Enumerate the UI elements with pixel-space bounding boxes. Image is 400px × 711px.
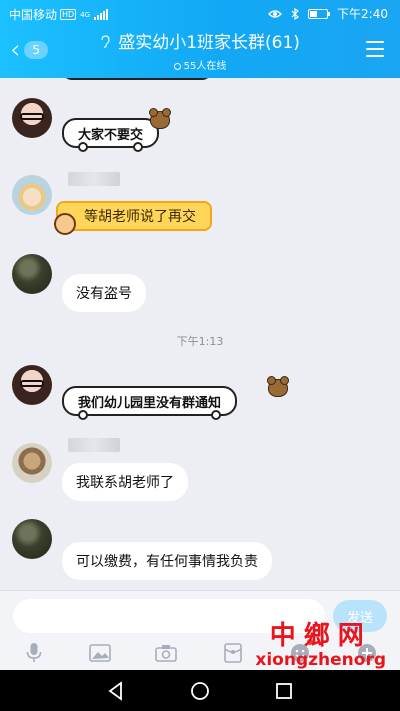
previous-message-edge [62,78,212,80]
avatar[interactable] [12,254,52,294]
clock: 下午2:40 [337,7,388,21]
bear-decoration-icon [267,376,289,397]
back-button[interactable]: ‹ 5 [10,35,49,65]
message-text: 大家不要交 [78,127,144,143]
avatar[interactable] [12,519,52,559]
chat-area[interactable]: 大家不要交 等胡老师说了再交 没有盗号 下午1:13 我们幼儿园里没有群通知 我… [0,78,400,590]
avatar[interactable] [12,443,52,483]
message-bubble[interactable]: 可以缴费，有任何事情我负责 [62,542,272,580]
message-text: 可以缴费，有任何事情我负责 [76,554,258,570]
online-count: 55人在线 [80,57,320,72]
header: 中国移动 HD 4G 下午2:40 ‹ 5 盛实幼小1班家长群(61) 55人在… [0,0,400,78]
unread-badge: 5 [24,41,49,59]
page-title: 盛实幼小1班家长群(61) [80,32,320,56]
earpiece-icon [100,35,114,52]
bear-decoration-icon [149,108,171,129]
image-icon[interactable] [87,641,113,665]
watermark: 中鄉网 xiongzhenorg [255,622,386,670]
signal-icon [94,9,109,20]
red-packet-icon[interactable] [220,641,246,665]
message-bubble[interactable]: 没有盗号 [62,274,146,312]
menu-icon[interactable] [366,41,384,62]
message-bubble[interactable]: 大家不要交 [62,118,160,152]
boy-sticker-icon [54,213,76,235]
chevron-left-icon: ‹ [10,35,21,65]
message-bubble[interactable]: 等胡老师说了再交 [56,201,212,231]
group-title-area[interactable]: 盛实幼小1班家长群(61) 55人在线 [80,32,320,72]
message-bubble[interactable]: 我们幼儿园里没有群通知 [62,386,238,420]
message-text: 我联系胡老师了 [76,475,174,491]
microphone-icon[interactable] [21,641,47,665]
watermark-cn: 中鄉网 [269,621,372,651]
eye-icon [268,9,282,18]
network-label: 4G [80,10,91,19]
home-circle-icon[interactable] [188,679,212,703]
watermark-en: xiongzhenorg [255,650,386,670]
group-name: 盛实幼小1班家长群(61) [118,33,300,53]
back-triangle-icon[interactable] [104,679,128,703]
system-nav-bar [0,670,400,711]
sender-name-blurred [68,438,120,452]
avatar[interactable] [12,175,52,215]
hd-badge: HD [60,9,77,20]
carrier-label: 中国移动 [9,8,58,22]
online-label: 55人在线 [183,61,227,72]
status-bar: 中国移动 HD 4G 下午2:40 [0,0,400,26]
online-icon [173,63,181,70]
recents-square-icon[interactable] [272,679,296,703]
title-bar: ‹ 5 盛实幼小1班家长群(61) 55人在线 [0,26,400,78]
sender-name-blurred [68,172,120,186]
message-bubble[interactable]: 我联系胡老师了 [62,463,188,501]
message-text: 等胡老师说了再交 [84,209,196,225]
avatar[interactable] [12,365,52,405]
message-text: 没有盗号 [76,286,132,302]
time-separator: 下午1:13 [176,335,224,348]
message-text: 我们幼儿园里没有群通知 [78,395,222,411]
battery-icon [308,8,331,19]
bluetooth-icon [291,7,299,20]
avatar[interactable] [12,98,52,138]
camera-icon[interactable] [153,641,179,665]
